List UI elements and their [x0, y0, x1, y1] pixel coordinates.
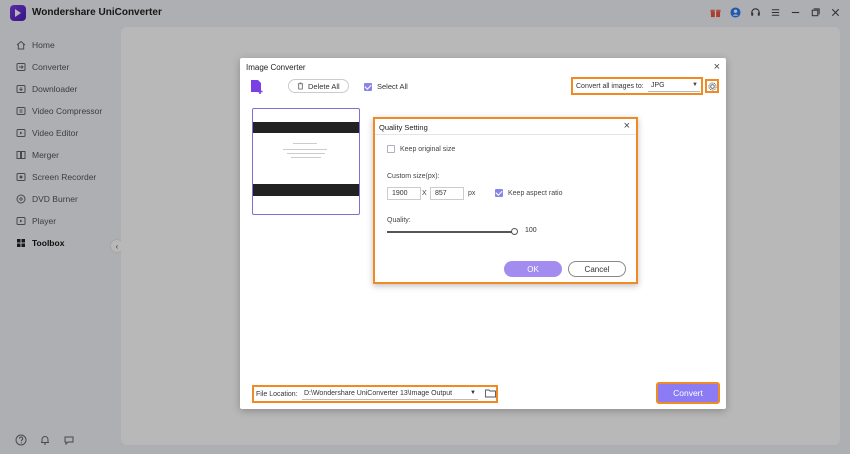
image-thumbnail[interactable] [252, 108, 360, 215]
file-location-select[interactable]: D:\Wondershare UniConverter 13\Image Out… [302, 388, 478, 400]
keep-aspect-label: Keep aspect ratio [508, 189, 563, 197]
custom-size-label: Custom size(px): [387, 173, 440, 180]
keep-aspect-toggle[interactable]: Keep aspect ratio [495, 189, 562, 197]
folder-icon[interactable] [485, 388, 496, 398]
height-input[interactable]: 857 [430, 187, 464, 200]
delete-all-label: Delete All [308, 81, 340, 91]
file-location-label: File Location: [256, 390, 298, 398]
chevron-down-icon: ▼ [692, 82, 698, 88]
width-input[interactable]: 1900 [387, 187, 421, 200]
px-unit-label: px [468, 190, 476, 197]
cancel-button[interactable]: Cancel [568, 261, 626, 277]
settings-icon [707, 81, 717, 91]
ok-button[interactable]: OK [504, 261, 562, 277]
convert-all-format: Convert all images to: JPG ▼ [571, 77, 703, 95]
size-separator: X [422, 190, 427, 197]
close-icon[interactable]: × [714, 61, 720, 73]
quality-slider[interactable] [387, 231, 515, 233]
select-all-label: Select All [377, 82, 408, 91]
delete-all-button[interactable]: Delete All [288, 79, 349, 93]
quality-value: 100 [525, 227, 537, 234]
dialog-title: Quality Setting [379, 123, 428, 132]
add-image-icon[interactable] [250, 79, 264, 95]
format-select[interactable]: JPG ▼ [648, 80, 700, 92]
quality-slider-handle[interactable] [511, 228, 518, 235]
keep-original-label: Keep original size [400, 145, 456, 153]
format-value: JPG [651, 82, 665, 89]
dialog-title: Image Converter [246, 63, 306, 72]
quality-setting-dialog: Quality Setting × Keep original size Cus… [373, 117, 638, 284]
convert-all-label: Convert all images to: [576, 82, 644, 90]
select-all-checkbox[interactable] [364, 82, 372, 91]
file-location: File Location: D:\Wondershare UniConvert… [252, 385, 498, 403]
keep-aspect-checkbox[interactable] [495, 189, 503, 197]
trash-icon [297, 82, 304, 90]
chevron-down-icon: ▼ [470, 390, 476, 396]
convert-button[interactable]: Convert [656, 382, 720, 404]
quality-settings-button[interactable] [705, 79, 719, 93]
keep-original-toggle[interactable]: Keep original size [387, 145, 455, 153]
close-icon[interactable]: × [624, 120, 630, 132]
select-all-toggle[interactable]: Select All [364, 82, 408, 91]
file-location-path: D:\Wondershare UniConverter 13\Image Out… [304, 390, 453, 397]
quality-label: Quality: [387, 217, 411, 224]
keep-original-checkbox[interactable] [387, 145, 395, 153]
